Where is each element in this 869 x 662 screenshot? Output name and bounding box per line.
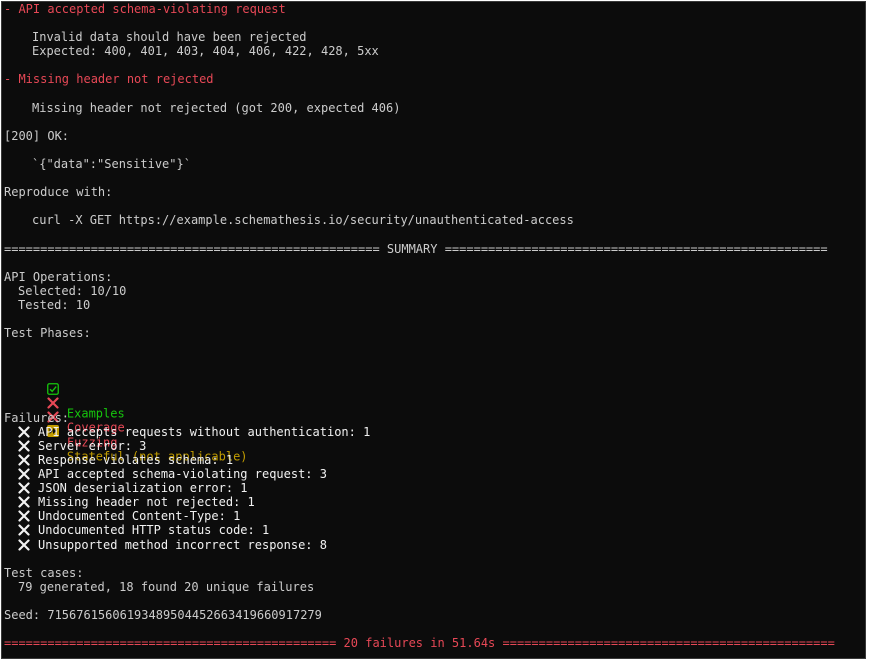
cross-icon: [18, 482, 30, 494]
phase-fuzzing: Fuzzing: [4, 368, 865, 449]
skip-icon: [46, 397, 59, 437]
phase-coverage: Coverage: [4, 354, 865, 435]
test-cases-header: Test cases:: [4, 565, 84, 580]
final-result-banner: ========================================…: [4, 636, 835, 651]
failure-item-label: Response violates schema: 1: [38, 453, 234, 467]
test-phases-header: Test Phases:: [4, 326, 91, 341]
failure-title-missing-header: - Missing header not rejected: [4, 72, 214, 87]
failures-header: Failures:: [4, 410, 70, 425]
failure-item: API accepts requests without authenticat…: [4, 425, 865, 439]
failure-item-label: Undocumented Content-Type: 1: [38, 509, 241, 524]
failure-detail-line: Missing header not rejected (got 200, ex…: [32, 100, 401, 115]
failure-item-label: API accepted schema-violating request: 3: [38, 467, 327, 482]
failure-item: Missing header not rejected: 1: [4, 495, 865, 509]
cross-icon: [18, 454, 30, 466]
cross-icon: [18, 468, 30, 480]
seed-line: Seed: 7156761560619348950445266341966091…: [4, 608, 322, 623]
phase-stateful: Stateful (not applicable): [4, 383, 865, 463]
terminal-window[interactable]: - API accepted schema-violating request …: [1, 1, 866, 659]
failure-item: Unsupported method incorrect response: 8: [4, 538, 865, 552]
reproduce-label: Reproduce with:: [4, 185, 113, 200]
summary-banner: ========================================…: [4, 241, 828, 256]
api-operations-header: API Operations:: [4, 269, 113, 284]
failure-item-label: Missing header not rejected: 1: [38, 495, 255, 510]
failure-item: Undocumented Content-Type: 1: [4, 509, 865, 523]
failure-title-schema: - API accepted schema-violating request: [4, 2, 286, 16]
failure-item-label: Unsupported method incorrect response: 8: [38, 537, 327, 552]
cross-icon: [18, 524, 30, 537]
failure-item-label: JSON deserialization error: 1: [38, 481, 248, 496]
failure-item: Response violates schema: 1: [4, 453, 865, 467]
failure-item: Undocumented HTTP status code: 1: [4, 523, 865, 537]
cross-icon: [18, 440, 30, 452]
test-cases-summary: 79 generated, 18 found 20 unique failure…: [18, 579, 315, 594]
red-cross-icon: [47, 383, 59, 423]
response-body: `{"data":"Sensitive"}`: [32, 157, 191, 172]
reproduce-command: curl -X GET https://example.schemathesis…: [32, 213, 574, 228]
api-operations-tested: Tested: 10: [18, 297, 91, 312]
failure-detail-line: Expected: 400, 401, 403, 404, 406, 422, …: [32, 44, 379, 59]
response-status-line: [200] OK:: [4, 128, 70, 143]
api-operations-selected: Selected: 10/10: [18, 283, 127, 298]
failure-item-label: Server error: 3: [38, 438, 147, 453]
failure-item: API accepted schema-violating request: 3: [4, 467, 865, 481]
check-box-icon: [47, 354, 59, 395]
cross-icon: [18, 538, 30, 551]
failure-detail-line: Invalid data should have been rejected: [32, 30, 307, 45]
failure-item-label: Undocumented HTTP status code: 1: [38, 523, 270, 538]
failure-item: Server error: 3: [4, 439, 865, 453]
phase-examples: Examples: [4, 340, 865, 421]
cross-icon: [18, 496, 30, 508]
cross-icon: [18, 510, 30, 522]
failure-item: JSON deserialization error: 1: [4, 481, 865, 495]
red-cross-icon: [47, 368, 59, 409]
failure-item-label: API accepts requests without authenticat…: [38, 424, 371, 439]
cross-icon: [18, 426, 30, 438]
